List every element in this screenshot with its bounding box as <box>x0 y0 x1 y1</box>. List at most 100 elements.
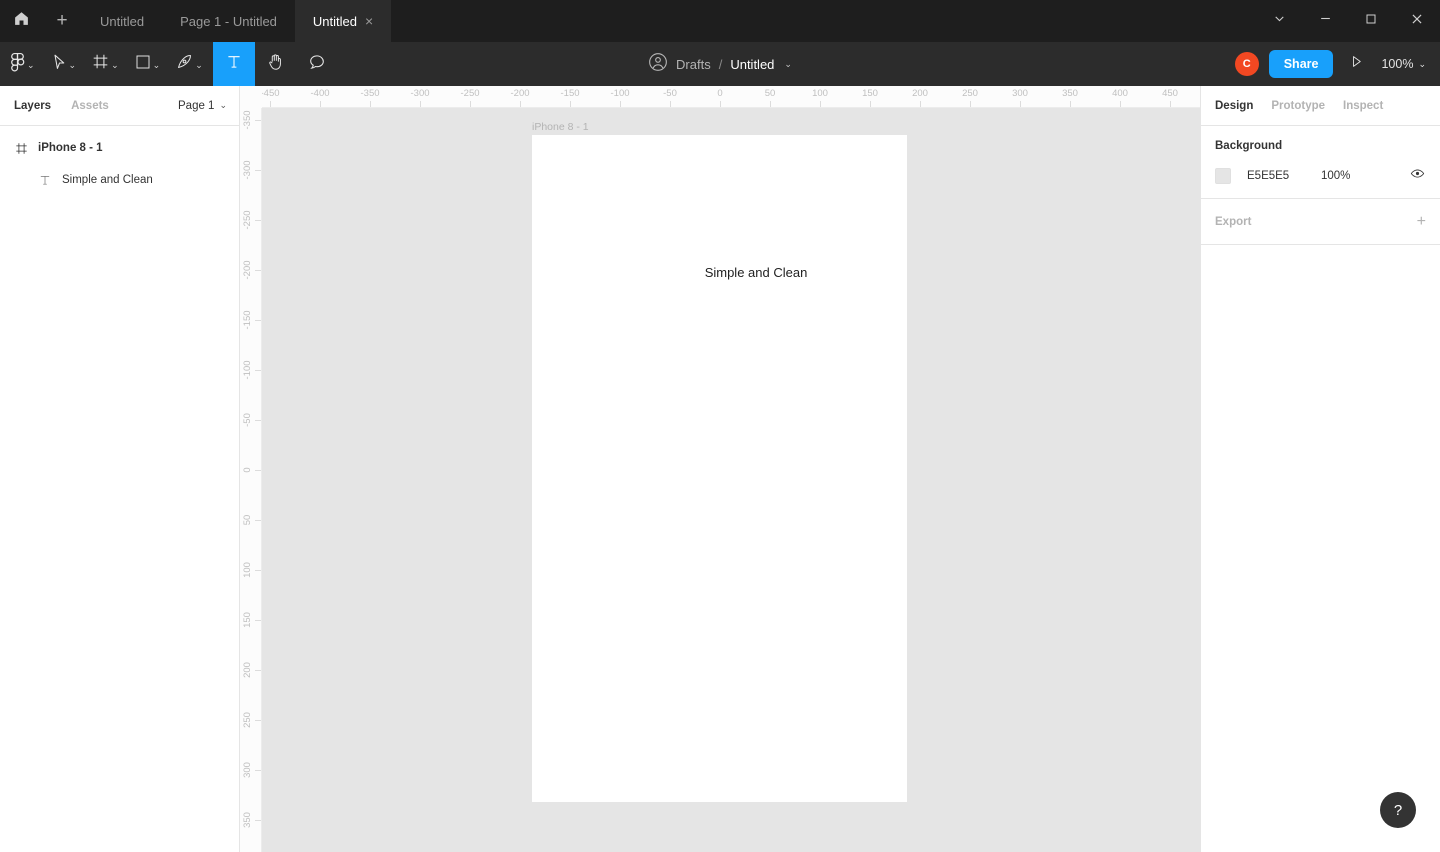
comment-tool-button[interactable] <box>296 42 338 86</box>
ruler-h-label: -300 <box>410 88 430 99</box>
ruler-v-label: -100 <box>242 360 253 380</box>
ruler-h-label: -50 <box>663 88 677 99</box>
chevron-down-icon[interactable]: ⌄ <box>784 59 792 70</box>
ruler-v-tick <box>255 520 261 521</box>
home-icon <box>13 10 30 32</box>
ruler-h-tick <box>970 101 971 107</box>
chevron-down-icon: ⌄ <box>1418 58 1426 69</box>
avatar[interactable]: C <box>1234 52 1259 76</box>
vertical-ruler[interactable]: -350 -300 -250 -200 -150 -100 -50 0 50 100 150 200 2… <box>240 86 262 852</box>
ruler-h-tick <box>320 101 321 107</box>
zoom-level-label: 100% <box>1381 57 1414 71</box>
ruler-v-tick <box>255 670 261 671</box>
breadcrumb-file-name[interactable]: Untitled <box>730 57 774 72</box>
move-tool-button[interactable]: ⌄ <box>45 42 83 86</box>
tab-close-icon[interactable]: × <box>365 14 373 28</box>
ruler-h-label: 300 <box>1012 88 1028 99</box>
ruler-v-label: 50 <box>242 514 253 526</box>
plus-icon: + <box>56 10 68 31</box>
close-icon <box>1410 12 1424 31</box>
comment-tool-icon <box>308 53 326 76</box>
window-minimize-button[interactable] <box>1302 0 1348 42</box>
layers-panel: Layers Assets Page 1 ⌄ iPhone 8 - 1 Simp… <box>0 86 240 852</box>
home-button[interactable] <box>0 0 42 42</box>
color-swatch[interactable] <box>1215 168 1231 184</box>
ruler-v-label: -150 <box>242 310 253 330</box>
shape-tool-button[interactable]: ⌄ <box>129 42 167 86</box>
eye-icon <box>1410 166 1425 186</box>
breadcrumb-separator: / <box>718 56 723 72</box>
hand-tool-button[interactable] <box>255 42 296 86</box>
canvas-viewport[interactable]: iPhone 8 - 1 Simple and Clean -450 -400 -3… <box>240 86 1200 852</box>
ruler-h-tick <box>1120 101 1121 107</box>
chevron-down-icon: ⌄ <box>68 59 77 70</box>
text-tool-button[interactable] <box>212 42 255 86</box>
frame-icon <box>14 141 28 155</box>
ruler-v-tick <box>255 170 261 171</box>
ruler-v-label: 100 <box>242 562 253 578</box>
ruler-v-tick <box>255 770 261 771</box>
window-more-button[interactable] <box>1256 0 1302 42</box>
ruler-h-label: 150 <box>862 88 878 99</box>
horizontal-ruler[interactable]: -450 -400 -350 -300 -250 -200 -150 -100 -50 0 50 10… <box>240 86 1200 108</box>
tab-label: Untitled <box>312 13 357 29</box>
ruler-v-tick <box>255 270 261 271</box>
tab-assets[interactable]: Assets <box>71 100 109 112</box>
export-add-button[interactable]: + <box>1417 213 1426 230</box>
ruler-v-tick <box>255 320 261 321</box>
pen-tool-button[interactable]: ⌄ <box>170 42 209 86</box>
zoom-control[interactable]: 100% ⌄ <box>1379 57 1426 71</box>
ruler-v-label: -200 <box>242 260 253 280</box>
ruler-h-tick <box>820 101 821 107</box>
tab-prototype[interactable]: Prototype <box>1271 100 1325 112</box>
artboard-iphone8[interactable] <box>532 135 907 802</box>
tab-design[interactable]: Design <box>1215 100 1253 112</box>
chevron-down-icon: ⌄ <box>219 100 227 110</box>
help-button[interactable]: ? <box>1380 792 1416 828</box>
color-hex-value[interactable]: E5E5E5 <box>1247 170 1321 182</box>
page-selector-label: Page 1 <box>178 99 215 112</box>
layer-tree: iPhone 8 - 1 Simple and Clean <box>0 126 239 196</box>
tab-untitled-active[interactable]: Untitled × <box>294 0 392 42</box>
ruler-h-label: 250 <box>962 88 978 99</box>
background-section: Background E5E5E5 100% <box>1201 126 1440 199</box>
frame-tool-button[interactable]: ⌄ <box>86 42 125 86</box>
ruler-v-tick <box>255 570 261 571</box>
main-toolbar: ⌄ ⌄ ⌄ ⌄ ⌄ Drafts / Untitled ⌄ C Share 10… <box>0 42 1440 86</box>
ruler-v-label: 250 <box>242 712 253 728</box>
frame-label[interactable]: iPhone 8 - 1 <box>532 121 589 133</box>
layer-row-frame[interactable]: iPhone 8 - 1 <box>0 132 239 164</box>
figma-menu-button[interactable]: ⌄ <box>4 42 41 86</box>
page-selector[interactable]: Page 1 ⌄ <box>178 100 227 112</box>
ruler-h-tick <box>920 101 921 107</box>
user-circle-icon[interactable] <box>648 52 668 77</box>
window-close-button[interactable] <box>1394 0 1440 42</box>
pen-tool-icon <box>176 53 193 75</box>
new-tab-button[interactable]: + <box>42 0 82 42</box>
tab-inspect[interactable]: Inspect <box>1343 100 1383 112</box>
figma-menu-icon <box>10 52 25 77</box>
window-maximize-button[interactable] <box>1348 0 1394 42</box>
tab-untitled-1[interactable]: Untitled <box>82 0 162 42</box>
chevron-down-icon: ⌄ <box>111 59 119 70</box>
chevron-down-icon <box>1273 12 1286 30</box>
ruler-h-tick <box>420 101 421 107</box>
chevron-down-icon: ⌄ <box>27 59 35 70</box>
breadcrumb-parent[interactable]: Drafts <box>676 57 711 72</box>
color-opacity-value[interactable]: 100% <box>1321 170 1350 182</box>
tab-page1-untitled[interactable]: Page 1 - Untitled <box>162 0 295 42</box>
canvas-text-element[interactable]: Simple and Clean <box>705 265 808 280</box>
layer-row-text[interactable]: Simple and Clean <box>0 164 239 196</box>
present-button[interactable] <box>1343 51 1369 77</box>
tab-layers[interactable]: Layers <box>14 100 51 112</box>
tab-label: Untitled <box>100 13 145 29</box>
ruler-v-label: -50 <box>242 413 253 427</box>
design-panel: Design Prototype Inspect Background E5E5… <box>1200 86 1440 852</box>
ruler-v-tick <box>255 820 261 821</box>
ruler-h-label: -150 <box>560 88 580 99</box>
design-panel-tabs: Design Prototype Inspect <box>1201 86 1440 126</box>
visibility-toggle[interactable] <box>1408 167 1426 185</box>
share-button[interactable]: Share <box>1268 50 1334 78</box>
play-icon <box>1349 54 1364 74</box>
ruler-h-label: -250 <box>460 88 480 99</box>
